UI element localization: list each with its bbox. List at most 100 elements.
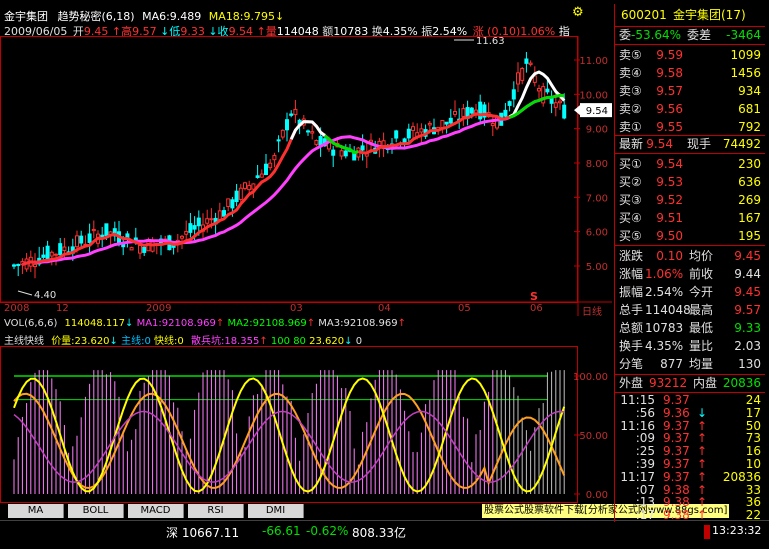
order-price: 9.57 — [656, 84, 683, 98]
daily-period-label[interactable]: 日线 — [582, 303, 602, 318]
tick-price: 9.37 — [663, 469, 690, 484]
candle-body — [222, 210, 226, 217]
tick-row[interactable]: :17 9.38 ↑ 22 — [615, 509, 765, 522]
inner-label: 内盘 — [693, 376, 718, 390]
order-price: 9.53 — [656, 175, 683, 189]
price-axis-label: 7.00 — [586, 193, 608, 204]
stat-row: 涨幅 1.06% 前收 9.44 — [615, 265, 765, 283]
date-tick: 05 — [458, 303, 471, 314]
weibi-row: 委 -53.64% 委差 -3464 — [615, 26, 765, 44]
sub-indicator-chart[interactable]: 100.00 50.00 0.00 — [0, 346, 612, 504]
sell-order-row[interactable]: 卖② 9.56 681 — [615, 100, 765, 118]
inner-value: 20836 — [722, 376, 761, 390]
candle-body — [310, 131, 315, 134]
buy-order-row[interactable]: 买⑤ 9.50 195 — [615, 227, 765, 245]
candle-body — [49, 251, 54, 257]
tick-arrow: ↑ — [697, 508, 708, 523]
stat-label: 总手 — [619, 303, 644, 317]
candle-body — [461, 108, 466, 117]
candle-body — [406, 128, 411, 139]
stat-row: 涨跌 0.10 均价 9.45 — [615, 247, 765, 265]
quote-panel: 600201 金宇集团(17) 委 -53.64% 委差 -3464 卖⑤ 9.5… — [614, 4, 766, 522]
tick-row[interactable]: :56 9.36 ↓ 17 — [615, 405, 765, 420]
candle-body — [360, 145, 365, 151]
date-tick: 12 — [56, 303, 69, 314]
index-pct: -0.62% — [306, 524, 349, 538]
candle-body — [411, 126, 415, 131]
chart-frame — [0, 36, 578, 303]
stat-value: 10783 — [645, 321, 684, 335]
candle-body — [58, 243, 63, 256]
index-change: -66.61 — [262, 524, 301, 538]
tick-time: :56 — [635, 405, 655, 420]
candle-body — [205, 218, 210, 224]
kline-chart[interactable]: 11.00 10.00 9.00 8.00 7.00 6.00 5.00 9.54 11.63 4… — [0, 36, 612, 316]
stat-label: 换手 — [619, 339, 644, 353]
date-axis: 2008 12 2009 03 04 05 06 日线 — [0, 303, 612, 318]
panel-header: 600201 金宇集团(17) — [615, 6, 765, 24]
candle-body — [255, 175, 260, 178]
sell-order-row[interactable]: 卖① 9.55 792 — [615, 118, 765, 136]
gear-icon[interactable]: ⚙ — [572, 6, 586, 20]
vol-arrow: ↓ — [125, 318, 134, 329]
candle-body — [558, 100, 562, 104]
buy-order-row[interactable]: 买④ 9.51 167 — [615, 209, 765, 227]
order-volume: 934 — [738, 84, 761, 98]
candle-body — [243, 182, 247, 189]
indicator-name[interactable]: 趋势秘密(6,18) — [58, 10, 135, 23]
candle-body — [276, 139, 281, 142]
vol-ma2-arrow: ↑ — [306, 318, 316, 329]
divider — [615, 153, 765, 154]
candle-body — [293, 108, 298, 116]
order-price: 9.51 — [656, 211, 683, 225]
stat-value: 0.10 — [656, 249, 683, 263]
tab-rsi[interactable]: RSI — [188, 504, 244, 518]
tick-row[interactable]: 11:17 9.37 ↑ 20836 — [615, 469, 765, 484]
buy-order-row[interactable]: 买① 9.54 230 — [615, 155, 765, 173]
order-volume: 269 — [738, 193, 761, 207]
ma18-value: MA18:9.795 — [208, 10, 276, 23]
candle-body — [562, 104, 567, 119]
tab-boll[interactable]: BOLL — [68, 504, 124, 518]
candle-body — [507, 101, 512, 106]
sell-order-row[interactable]: 卖③ 9.57 934 — [615, 82, 765, 100]
current-price-label: 9.54 — [586, 106, 608, 117]
order-price: 9.56 — [656, 102, 683, 116]
candle-body — [138, 244, 142, 254]
candle-body — [75, 235, 79, 248]
stat-row: 分笔 877 均量 130 — [615, 355, 765, 373]
candle-body — [226, 198, 231, 208]
order-volume: 1456 — [730, 66, 761, 80]
date-tick: 04 — [378, 303, 391, 314]
stat-value: 9.57 — [734, 303, 761, 317]
stat-label: 分笔 — [619, 357, 644, 371]
candle-body — [192, 225, 197, 230]
vol-ma1: MA1:92108.969 — [136, 318, 216, 329]
sell-order-row[interactable]: 卖⑤ 9.59 1099 — [615, 46, 765, 64]
stat-value: 2.54% — [645, 285, 684, 299]
candle-body — [285, 119, 289, 131]
tab-macd[interactable]: MACD — [128, 504, 184, 518]
sell-order-row[interactable]: 卖④ 9.58 1456 — [615, 64, 765, 82]
candle-body — [306, 130, 310, 133]
candle-body — [490, 123, 495, 127]
stat-label: 最低 — [689, 321, 714, 335]
stat-value: 9.45 — [734, 285, 761, 299]
candle-body — [280, 129, 285, 138]
tab-dmi[interactable]: DMI — [248, 504, 304, 518]
stat-label: 最高 — [689, 303, 714, 317]
candle-body — [264, 163, 268, 176]
stat-value: 9.33 — [734, 321, 761, 335]
tab-ma[interactable]: MA — [8, 504, 64, 518]
weibi-label: 委 — [619, 28, 632, 42]
min-price-label: 4.40 — [34, 290, 56, 301]
vol-ma2: MA2:92108.969 — [227, 318, 307, 329]
stat-label: 振幅 — [619, 285, 644, 299]
order-volume: 636 — [738, 175, 761, 189]
buy-order-row[interactable]: 买③ 9.52 269 — [615, 191, 765, 209]
buy-order-row[interactable]: 买② 9.53 636 — [615, 173, 765, 191]
index-quote[interactable]: 深 10667.11 — [166, 524, 239, 541]
stat-value: 130 — [738, 357, 761, 371]
order-price: 9.58 — [656, 66, 683, 80]
candle-body — [259, 173, 264, 178]
